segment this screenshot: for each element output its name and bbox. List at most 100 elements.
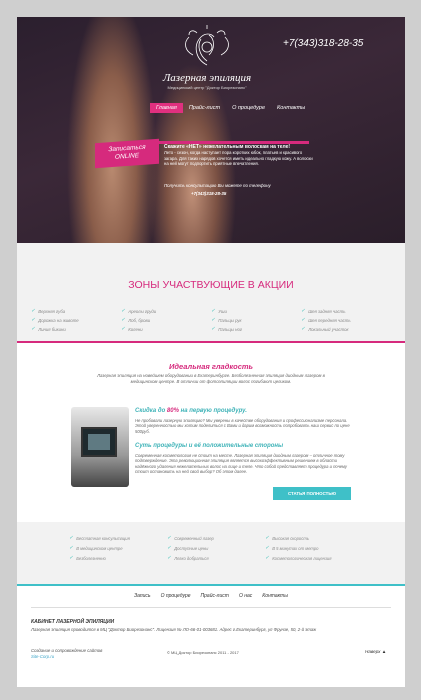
hero-banner: Лазерная эпиляция Медицинский центр "Док… — [17, 17, 405, 243]
zones-section: ЗОНЫ УЧАСТВУЮЩИЕ В АКЦИИ ✓ Верхняя губа ✓ А… — [17, 243, 405, 343]
zone-item: ✓ Колени — [121, 326, 211, 332]
consult-phone[interactable]: +7(343)318-28-35 — [191, 191, 226, 196]
zone-item: ✓ Лоб, брови — [121, 317, 211, 323]
cabinet-title: КАБИНЕТ ЛАЗЕРНОЙ ЭПИЛЯЦИИ — [31, 619, 115, 625]
footer-nav-about[interactable]: О нас — [239, 593, 252, 599]
check-icon: ✓ — [211, 308, 216, 314]
zone-label: Лоб, брови — [128, 317, 151, 323]
check-icon: ✓ — [265, 555, 270, 561]
check-icon: ✓ — [69, 555, 74, 561]
zone-item: ✓ Ареолы груди — [121, 308, 211, 314]
zone-label: Линия бикини — [38, 326, 66, 332]
check-icon: ✓ — [167, 535, 172, 541]
zone-item: ✓ Локальный участок — [301, 326, 391, 332]
zone-item: ✓ Шея передняя часть — [301, 317, 391, 323]
feature-label: Бесплатная консультация — [76, 535, 130, 541]
developer-text: Создание и сопровождение сайтов — [31, 648, 103, 653]
check-icon: ✓ — [167, 545, 172, 551]
zone-item: ✓ Уши — [211, 308, 301, 314]
footer-nav-procedure[interactable]: О процедуре — [161, 593, 191, 599]
feature-label: Легко добраться — [174, 555, 209, 561]
feature-item: ✓ В медицинском центре — [69, 545, 167, 551]
check-icon: ✓ — [211, 317, 216, 323]
check-icon: ✓ — [167, 555, 172, 561]
zone-item: ✓ Линия бикини — [31, 326, 121, 332]
divider — [17, 341, 405, 343]
zones-title: ЗОНЫ УЧАСТВУЮЩИЕ В АКЦИИ — [128, 279, 294, 291]
nav-item-price[interactable]: Прайс-лист — [183, 103, 226, 113]
check-icon: ✓ — [301, 326, 306, 332]
developer-link[interactable]: Site-Corp.ru — [31, 654, 54, 659]
page: Лазерная эпиляция Медицинский центр "Док… — [17, 17, 405, 687]
feature-item: ✓ Безболезненно — [69, 555, 167, 561]
read-more-button[interactable]: СТАТЬЯ ПОЛНОСТЬЮ — [273, 487, 351, 500]
zone-item: ✓ Дорожка на животе — [31, 317, 121, 323]
zone-label: Пальцы ног — [218, 326, 243, 332]
feature-item: ✓ Высокая скорость — [265, 535, 363, 541]
footer-nav-price[interactable]: Прайс-лист — [201, 593, 229, 599]
hero-paragraph: Лето - сезон, когда наступает пора корот… — [164, 150, 313, 167]
essence-text: Современная косметология не стоит на мес… — [135, 453, 347, 475]
feature-item: ✓ Легко добраться — [167, 555, 265, 561]
promo-title-suffix: на первую процедуру. — [178, 408, 247, 414]
check-icon: ✓ — [31, 326, 36, 332]
nav-item-procedure[interactable]: О процедуре — [226, 103, 271, 113]
promo-title-prefix: Скидка до — [135, 408, 167, 414]
hero-text: Скажите «НЕТ» нежелательным волоскам на … — [164, 144, 314, 167]
zone-label: Локальный участок — [308, 326, 349, 332]
online-booking-button[interactable]: Записаться ONLINE — [95, 138, 159, 169]
laser-device-image — [71, 407, 129, 487]
device-screen — [81, 427, 117, 457]
zone-label: Шея передняя часть — [308, 317, 351, 323]
check-icon: ✓ — [301, 308, 306, 314]
check-icon: ✓ — [211, 326, 216, 332]
feature-label: Современный лазер — [174, 535, 214, 541]
check-icon: ✓ — [265, 545, 270, 551]
zone-label: Шея задняя часть — [308, 308, 346, 314]
footer-divider — [31, 607, 391, 608]
feature-label: Косметологическая лицензия — [272, 555, 332, 561]
feature-item: ✓ Современный лазер — [167, 535, 265, 541]
zone-label: Уши — [218, 308, 227, 314]
essence-title: Суть процедуры и её положительные сторон… — [135, 443, 284, 449]
feature-label: В медицинском центре — [76, 545, 123, 551]
footer-nav-contacts[interactable]: Контакты — [262, 593, 288, 599]
main-nav: Главная Прайс-лист О процедуре Контакты — [150, 103, 311, 113]
zone-item: ✓ Верхняя губа — [31, 308, 121, 314]
feature-item: ✓ Доступные цены — [167, 545, 265, 551]
copyright: © МЦ Доктор Биорезонанс 2011 - 2017 — [167, 650, 239, 655]
check-icon: ✓ — [301, 317, 306, 323]
cabinet-text: Лазерная эпиляция проводится в МЦ "Докто… — [31, 627, 317, 632]
logo-title: Лазерная эпиляция — [162, 72, 252, 84]
logo-icon — [185, 25, 229, 66]
check-icon: ✓ — [121, 326, 126, 332]
nav-item-contacts[interactable]: Контакты — [271, 103, 311, 113]
feature-label: Доступные цены — [174, 545, 209, 551]
feature-item: ✓ Бесплатная консультация — [69, 535, 167, 541]
hero-lead: Скажите «НЕТ» нежелательным волоскам на … — [164, 144, 291, 150]
scroll-to-top-button[interactable]: Наверх ▲ — [365, 649, 386, 654]
header-phone[interactable]: +7(343)318-28-35 — [283, 38, 363, 49]
features-section: ✓ Бесплатная консультация ✓ Современный лаз… — [17, 522, 405, 586]
zone-item: ✓ Шея задняя часть — [301, 308, 391, 314]
footer-nav: Запись О процедуре Прайс-лист О нас Конт… — [17, 593, 405, 599]
zone-label: Дорожка на животе — [38, 317, 79, 323]
check-icon: ✓ — [121, 317, 126, 323]
check-icon: ✓ — [69, 535, 74, 541]
divider — [17, 584, 405, 586]
smooth-title: Идеальная гладкость — [168, 362, 254, 371]
footer-nav-booking[interactable]: Запись — [134, 593, 150, 599]
feature-label: В 5 минутах от метро — [272, 545, 319, 551]
promo-title: Скидка до 80% на первую процедуру. — [135, 408, 247, 414]
features-list: ✓ Бесплатная консультация ✓ Современный лаз… — [69, 535, 369, 561]
check-icon: ✓ — [121, 308, 126, 314]
check-icon: ✓ — [31, 317, 36, 323]
zone-item: ✓ Пальцы рук — [211, 317, 301, 323]
smooth-description: Лазерная эпиляция на новейшем оборудован… — [97, 373, 325, 384]
zone-label: Колени — [128, 326, 143, 332]
promo-text: Не пробовали лазерную эпиляцию? Мы увере… — [135, 418, 350, 434]
zone-label: Верхняя губа — [38, 308, 66, 314]
check-icon: ✓ — [69, 545, 74, 551]
promo-discount: 80% — [166, 408, 179, 414]
nav-item-home[interactable]: Главная — [150, 103, 183, 113]
